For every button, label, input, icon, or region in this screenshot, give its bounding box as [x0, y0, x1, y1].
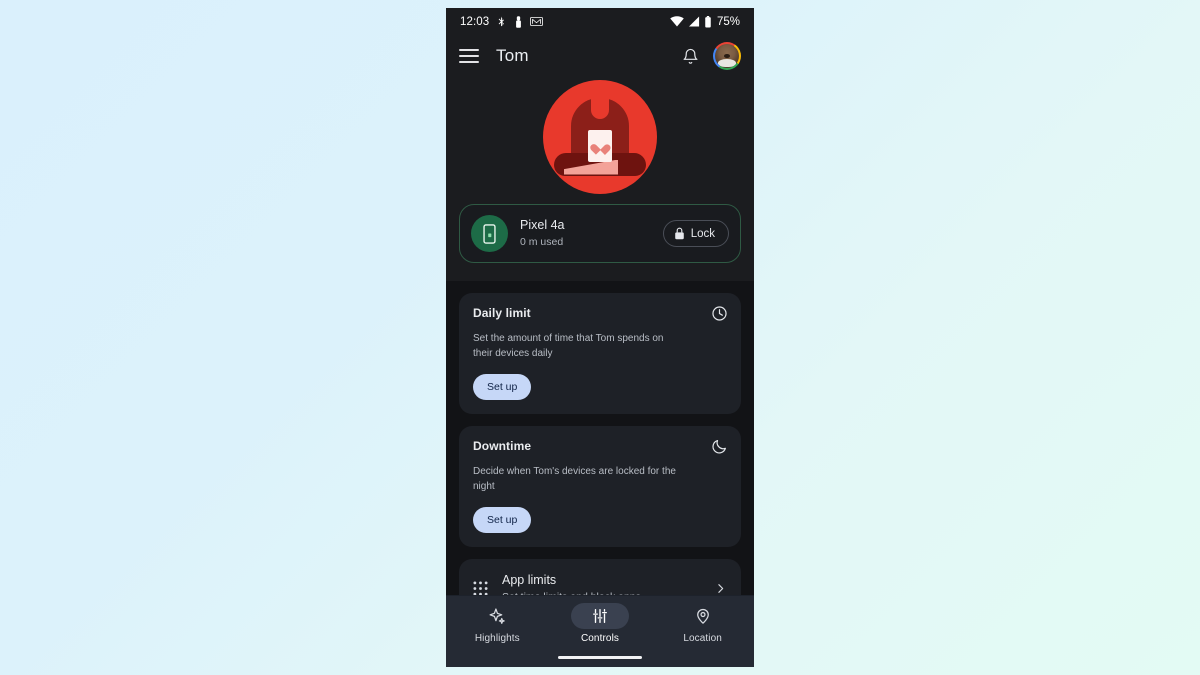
page-title: Tom [496, 46, 529, 65]
controls-cards: Daily limit Set the amount of time that … [446, 281, 754, 595]
heart-icon [594, 140, 607, 152]
device-section: Pixel 4a 0 m used Lock [446, 196, 754, 281]
clock-icon [712, 306, 727, 321]
downtime-description: Decide when Tom's devices are locked for… [473, 466, 676, 492]
downtime-card[interactable]: Downtime Decide when Tom's devices are l… [459, 426, 741, 547]
lock-button-label: Lock [690, 227, 715, 240]
padlock-icon [674, 227, 684, 240]
bluetooth-share-icon [498, 16, 505, 27]
battery-icon [705, 15, 711, 28]
nav-item-highlights[interactable]: Highlights [455, 603, 539, 644]
nav-item-location[interactable]: Location [661, 603, 745, 644]
lock-button[interactable]: Lock [662, 220, 729, 247]
content-scroll-area[interactable]: Pixel 4a 0 m used Lock Daily limit Set t… [446, 196, 754, 595]
cellular-signal-icon [688, 16, 700, 27]
chevron-right-icon [718, 583, 724, 593]
device-usage: 0 m used [520, 236, 564, 249]
nav-label-highlights: Highlights [474, 633, 520, 644]
phone-screen: 12:03 75% Tom Pixel 4a 0 m used Lock Dai… [446, 8, 754, 667]
status-bar-left: 12:03 [460, 15, 544, 28]
app-bar-actions [682, 42, 741, 70]
nav-pill-location [674, 603, 732, 629]
status-bar-clock: 12:03 [460, 15, 490, 28]
daily-limit-description: Set the amount of time that Tom spends o… [473, 333, 664, 359]
hero-illustration-area [446, 77, 754, 196]
sparkle-icon [489, 607, 505, 624]
vpn-key-icon [516, 15, 522, 28]
downtime-title: Downtime [473, 439, 532, 453]
daily-limit-card[interactable]: Daily limit Set the amount of time that … [459, 293, 741, 414]
status-bar-right: 75% [670, 15, 740, 28]
battery-percent-label: 75% [716, 15, 740, 28]
hamburger-menu-icon[interactable] [459, 49, 479, 63]
hat-playing-card [588, 129, 612, 162]
phone-device-icon [471, 215, 508, 252]
device-name: Pixel 4a [520, 218, 565, 233]
app-limits-row[interactable]: App limits Set time limits and block app… [459, 559, 741, 595]
avatar[interactable] [713, 42, 741, 70]
wifi-icon [670, 16, 684, 27]
status-bar: 12:03 75% [446, 8, 754, 35]
app-limits-text: App limits Set time limits and block app… [502, 572, 700, 595]
downtime-setup-button[interactable]: Set up [473, 507, 532, 533]
nav-pill-highlights [468, 603, 526, 629]
daily-limit-setup-button[interactable]: Set up [473, 374, 532, 400]
nav-label-controls: Controls [580, 633, 619, 644]
moon-crescent-icon [712, 439, 726, 454]
gmail-icon [530, 17, 544, 26]
gesture-home-bar[interactable] [558, 655, 642, 659]
device-card[interactable]: Pixel 4a 0 m used Lock [459, 204, 741, 263]
location-pin-icon [696, 608, 709, 624]
app-bar: Tom [446, 35, 754, 77]
notification-bell-icon[interactable] [682, 48, 699, 65]
apps-grid-icon [473, 581, 488, 595]
sliders-icon [593, 608, 607, 624]
mad-hatter-hat-avatar [543, 79, 657, 194]
avatar-photo [715, 44, 739, 68]
device-text: Pixel 4a 0 m used [520, 217, 651, 250]
nav-pill-controls [570, 603, 629, 629]
daily-limit-title: Daily limit [473, 306, 531, 320]
nav-label-location: Location [683, 633, 722, 644]
nav-item-controls[interactable]: Controls [558, 603, 642, 644]
app-limits-title: App limits [502, 573, 557, 587]
